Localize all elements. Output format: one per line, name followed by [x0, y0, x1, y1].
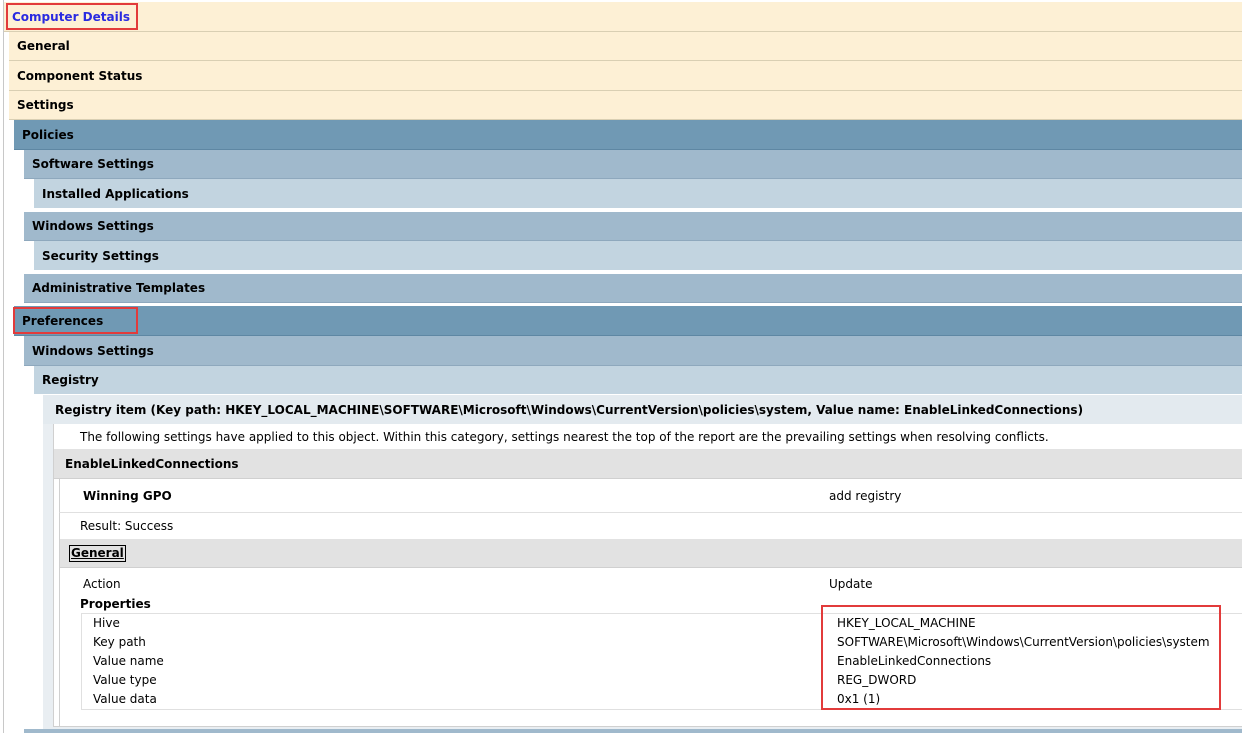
section-security-settings[interactable]: Security Settings [34, 241, 1242, 271]
item-header-label: EnableLinkedConnections [65, 456, 239, 471]
properties-heading: Properties [80, 597, 151, 611]
property-name: Value name [93, 654, 164, 668]
section-policies[interactable]: Policies [14, 120, 1242, 150]
section-general-label: General [17, 39, 70, 53]
section-preferences[interactable]: Preferences [14, 306, 1242, 336]
general-link[interactable]: General [69, 544, 126, 562]
item-header[interactable]: EnableLinkedConnections [54, 449, 1242, 479]
section-component-status[interactable]: Component Status [9, 61, 1242, 91]
highlight-computer-details [6, 3, 138, 30]
property-name: Value data [93, 692, 157, 706]
property-name: Key path [93, 635, 146, 649]
section-administrative-templates[interactable]: Administrative Templates [24, 274, 1242, 303]
section-windows-settings-label: Windows Settings [32, 219, 154, 233]
highlight-properties [821, 605, 1221, 710]
section-security-settings-label: Security Settings [42, 248, 159, 263]
section-software-settings-label: Software Settings [32, 157, 154, 171]
property-name: Hive [93, 616, 120, 630]
section-registry-label: Registry [42, 373, 99, 387]
section-administrative-templates-label: Administrative Templates [32, 281, 206, 295]
highlight-preferences [13, 307, 138, 334]
computer-details-header[interactable]: Computer Details [4, 2, 1242, 32]
winning-gpo-label: Winning GPO [83, 489, 172, 503]
section-windows-settings[interactable]: Windows Settings [24, 212, 1242, 241]
action-label: Action [83, 577, 121, 591]
registry-item-label: Registry item (Key path: HKEY_LOCAL_MACH… [55, 402, 1084, 417]
next-section-bar [24, 729, 1242, 733]
section-settings[interactable]: Settings [9, 91, 1242, 120]
section-registry[interactable]: Registry [34, 366, 1242, 395]
registry-item-header[interactable]: Registry item (Key path: HKEY_LOCAL_MACH… [43, 395, 1242, 424]
action-value: Update [829, 577, 873, 591]
settings-note-text: The following settings have applied to t… [80, 430, 1049, 444]
section-pref-windows-settings-label: Windows Settings [32, 343, 154, 358]
settings-note: The following settings have applied to t… [80, 428, 1230, 447]
winning-gpo-row [59, 479, 1242, 513]
section-general[interactable]: General [9, 32, 1242, 61]
result-status: Result: Success [80, 519, 174, 533]
section-pref-windows-settings[interactable]: Windows Settings [24, 336, 1242, 366]
section-policies-label: Policies [22, 127, 74, 142]
section-installed-applications[interactable]: Installed Applications [34, 179, 1242, 209]
section-component-status-label: Component Status [17, 68, 143, 83]
section-installed-applications-label: Installed Applications [42, 186, 189, 201]
winning-gpo-value: add registry [829, 489, 902, 503]
section-software-settings[interactable]: Software Settings [24, 150, 1242, 179]
general-subheader[interactable]: General [60, 539, 1242, 568]
property-name: Value type [93, 673, 157, 687]
left-border [3, 0, 4, 733]
section-settings-label: Settings [17, 98, 74, 112]
